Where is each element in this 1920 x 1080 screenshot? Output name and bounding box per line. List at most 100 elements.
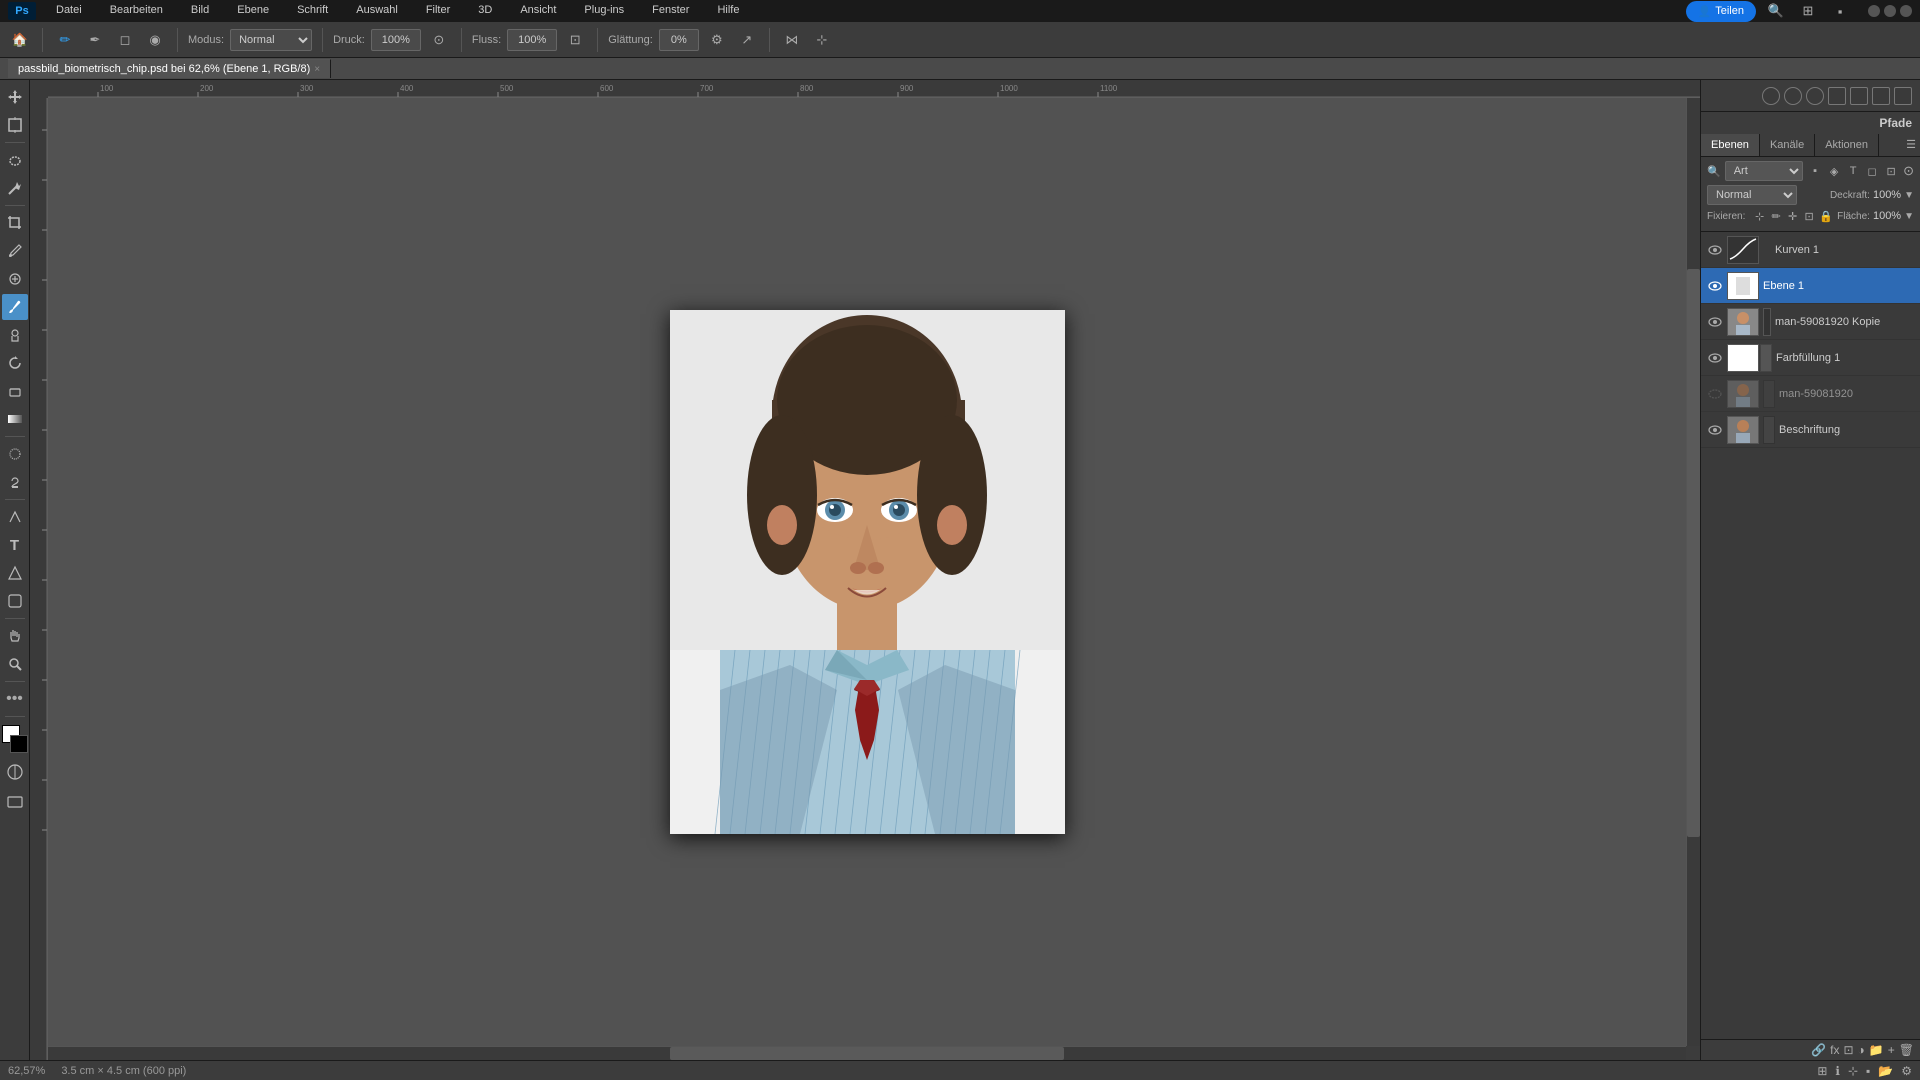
dodge-tool[interactable] [2,469,28,495]
new-layer-btn[interactable]: + [1888,1043,1895,1057]
eyedropper-tool[interactable] [2,238,28,264]
layer-item-fuell1[interactable]: Farbfüllung 1 [1701,340,1920,376]
clone-stamp-tool[interactable] [2,322,28,348]
panel-menu-btn[interactable]: ☰ [1902,134,1920,156]
fluss-icon[interactable]: ⊡ [563,28,587,52]
more-tools[interactable]: ••• [2,686,28,712]
blur-tool[interactable] [2,441,28,467]
panel-circle-btn-1[interactable] [1762,87,1780,105]
menu-filter[interactable]: Filter [418,2,458,20]
link-layers-btn[interactable]: 🔗 [1811,1043,1826,1057]
layer-item-kurven1[interactable]: Kurven 1 [1701,232,1920,268]
lock-transparent-btn[interactable]: ⊹ [1753,208,1766,224]
tab-ebenen[interactable]: Ebenen [1701,134,1760,156]
lock-artboard-btn[interactable]: ⊡ [1803,208,1816,224]
eraser-tool-btn[interactable]: ◻ [113,28,137,52]
layer-vis-ebene1[interactable] [1707,278,1723,294]
maximize-button[interactable] [1884,5,1896,17]
filter-toggle-btn[interactable]: ⊙ [1903,163,1914,179]
filter-type-btn[interactable]: T [1845,163,1861,179]
artboard-tool[interactable] [2,112,28,138]
filter-pixel-btn[interactable]: ▪ [1807,163,1823,179]
pen-tool[interactable] [2,504,28,530]
text-tool[interactable]: T [2,532,28,558]
menu-fenster[interactable]: Fenster [644,2,697,20]
new-group-btn[interactable]: 📁 [1869,1043,1884,1057]
delete-layer-btn[interactable]: 🗑 [1899,1043,1914,1057]
lock-position-btn[interactable]: ✛ [1786,208,1799,224]
move-tool[interactable] [2,84,28,110]
flaeche-value[interactable]: 100% [1873,210,1901,222]
tab-aktionen[interactable]: Aktionen [1815,134,1879,156]
angle-btn[interactable]: ↗ [735,28,759,52]
crop-tool[interactable] [2,210,28,236]
layer-filter-dropdown[interactable]: Art Name Effekt [1725,161,1803,181]
layer-vis-man-kopie[interactable] [1707,314,1723,330]
druck-icon[interactable]: ⊙ [427,28,451,52]
tab-kanaele[interactable]: Kanäle [1760,134,1815,156]
home-button[interactable]: 🏠 [8,28,32,52]
status-timeline-btn[interactable]: ⊹ [1848,1064,1858,1078]
lasso-tool[interactable] [2,147,28,173]
layer-effects-btn[interactable]: fx [1830,1043,1839,1057]
share-button[interactable]: 👤 Teilen [1686,1,1756,22]
panel-rect-btn-2[interactable] [1850,87,1868,105]
panel-rect-btn-3[interactable] [1872,87,1890,105]
panel-circle-btn-3[interactable] [1806,87,1824,105]
panel-rect-btn-1[interactable] [1828,87,1846,105]
glaettung-settings[interactable]: ⚙ [705,28,729,52]
canvas-scroll[interactable] [48,98,1686,1046]
history-brush-tool[interactable] [2,350,28,376]
menu-datei[interactable]: Datei [48,2,90,20]
status-folder-btn[interactable]: 📂 [1878,1064,1893,1078]
panel-rect-btn-4[interactable] [1894,87,1912,105]
extra-btn[interactable]: ⊹ [810,28,834,52]
arrange-button[interactable]: ⊞ [1796,0,1820,23]
shape-tool[interactable] [2,588,28,614]
close-button[interactable] [1900,5,1912,17]
glaettung-input[interactable] [659,29,699,51]
symmetry-btn[interactable]: ⋈ [780,28,804,52]
brush-tool-left[interactable] [2,294,28,320]
layer-item-man-kopie[interactable]: man-59081920 Kopie [1701,304,1920,340]
minimize-button[interactable] [1868,5,1880,17]
modus-dropdown[interactable]: Normal Aufhellen Abdunkeln [230,29,312,51]
deckraft-value[interactable]: 100% [1873,189,1901,201]
tab-close-btn[interactable]: × [314,64,320,75]
color-picker[interactable] [2,725,28,753]
gradient-tool[interactable] [2,406,28,432]
brush-tool-btn[interactable]: ✏ [53,28,77,52]
menu-schrift[interactable]: Schrift [289,2,336,20]
add-mask-btn[interactable]: ⊡ [1843,1043,1853,1057]
status-info-btn[interactable]: ℹ [1835,1064,1840,1078]
menu-ansicht[interactable]: Ansicht [512,2,564,20]
quick-mask-btn[interactable] [2,759,28,785]
doc-tab-active[interactable]: passbild_biometrisch_chip.psd bei 62,6% … [8,59,331,78]
layer-item-man-orig[interactable]: man-59081920 [1701,376,1920,412]
eraser-tool-left[interactable] [2,378,28,404]
search-button[interactable]: 🔍 [1764,0,1788,23]
layer-mode-select[interactable]: Normal Aufhellen Abdunkeln Multipliziere… [1707,185,1797,205]
fluss-input[interactable] [507,29,557,51]
druck-input[interactable] [371,29,421,51]
lock-pixels-btn[interactable]: ✏ [1770,208,1783,224]
layer-vis-kurven1[interactable] [1707,242,1723,258]
new-adj-btn[interactable]: ◑ [1858,1043,1865,1057]
menu-3d[interactable]: 3D [470,2,500,20]
lock-all-btn[interactable]: 🔒 [1819,208,1833,224]
healing-tool[interactable] [2,266,28,292]
layer-vis-fuell1[interactable] [1707,350,1723,366]
menu-ebene[interactable]: Ebene [229,2,277,20]
pencil-tool-btn[interactable]: ✒ [83,28,107,52]
panel-circle-btn-2[interactable] [1784,87,1802,105]
layer-vis-man-orig[interactable] [1707,386,1723,402]
menu-plugins[interactable]: Plug-ins [576,2,632,20]
layer-vis-beschrift[interactable] [1707,422,1723,438]
workspace-button[interactable]: ▪ [1828,0,1852,23]
layer-item-beschrift[interactable]: Beschriftung [1701,412,1920,448]
filter-adj-btn[interactable]: ◈ [1826,163,1842,179]
status-settings-btn[interactable]: ⚙ [1901,1064,1912,1078]
horizontal-scrollbar[interactable] [48,1046,1686,1060]
zoom-tool[interactable] [2,651,28,677]
background-color[interactable] [10,735,28,753]
